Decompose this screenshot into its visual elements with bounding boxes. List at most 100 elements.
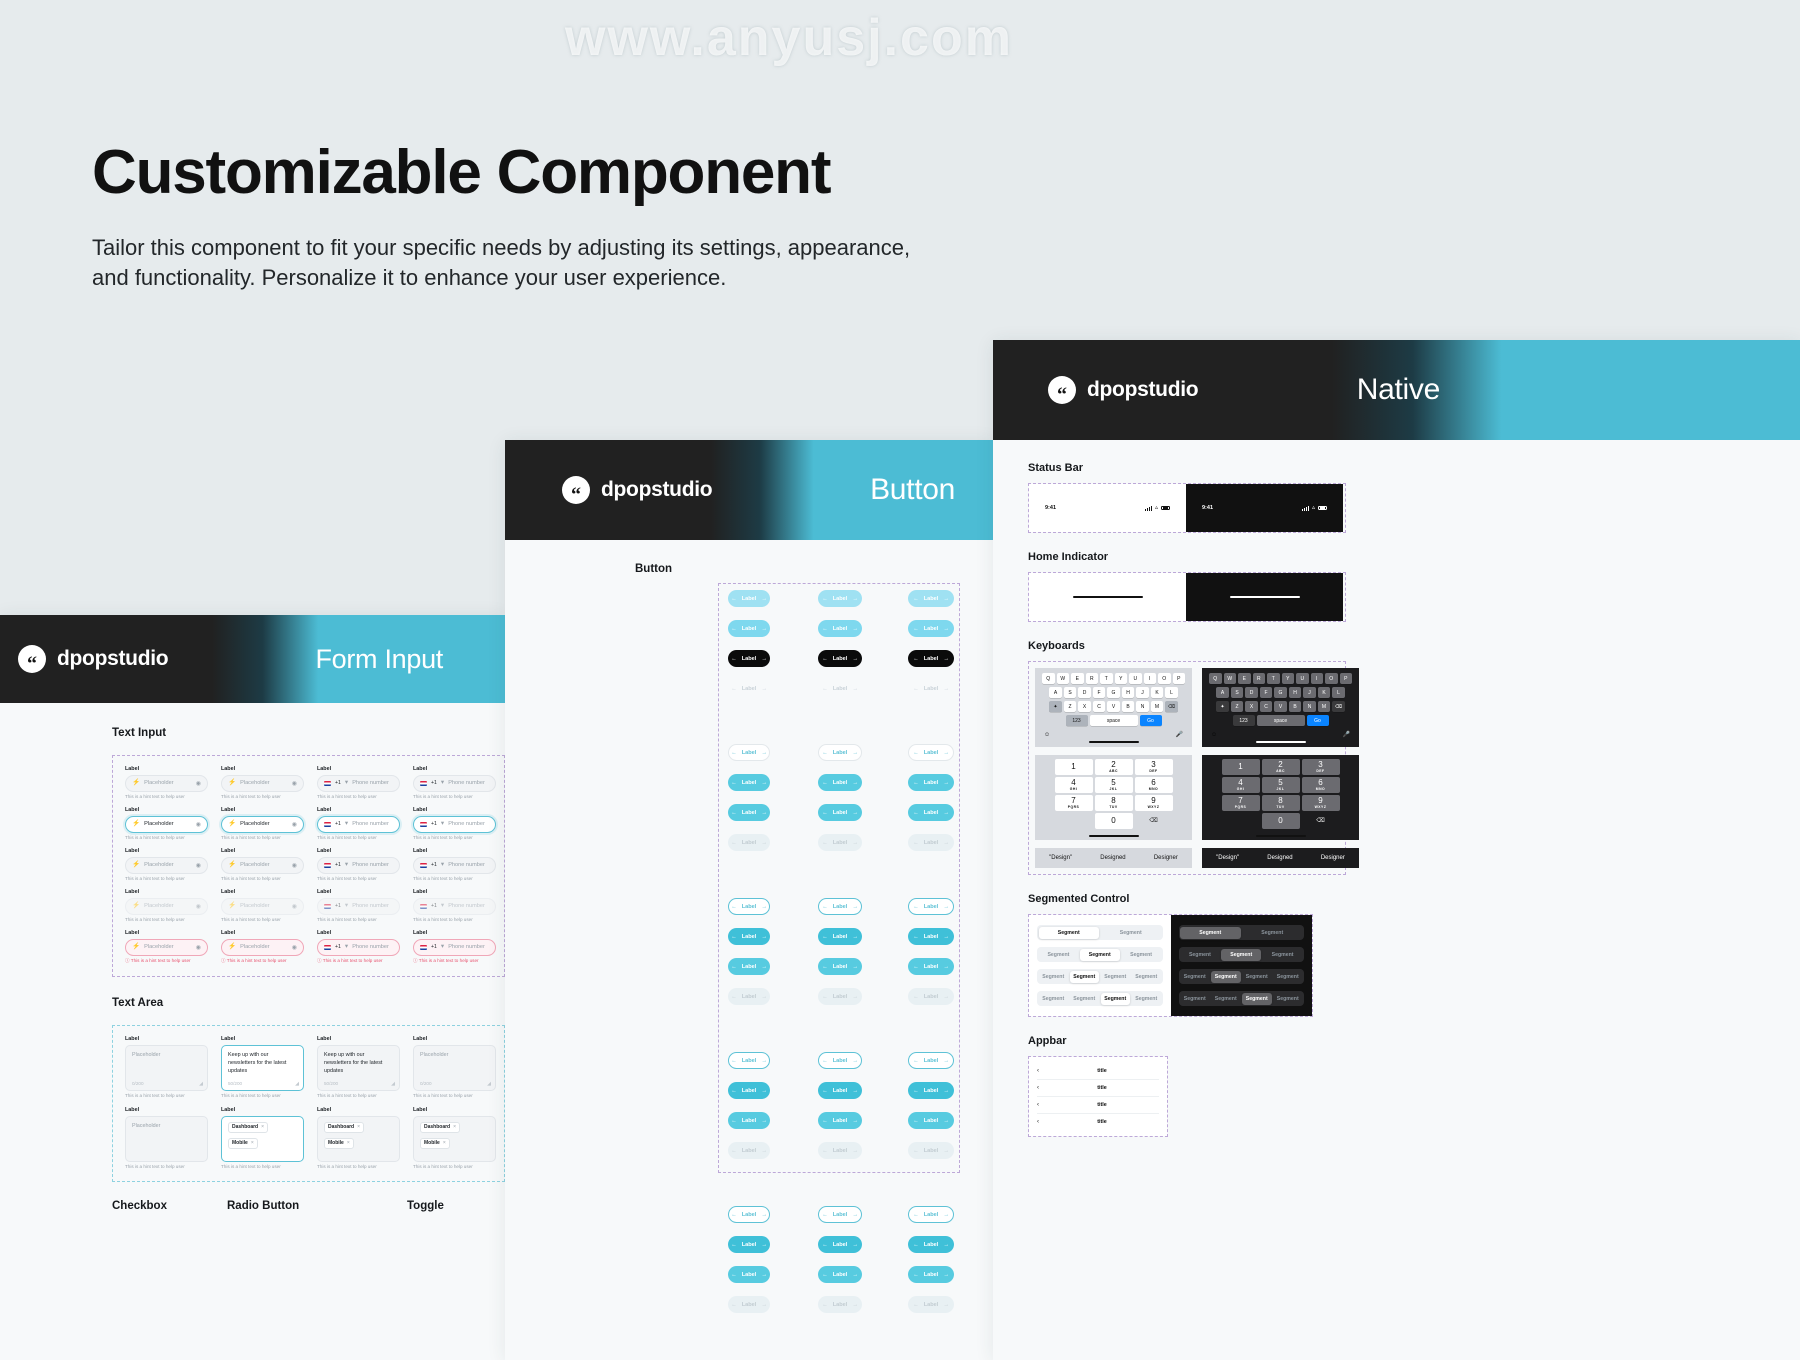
button[interactable]: ← Label → (818, 1236, 862, 1253)
text-input[interactable]: ⚡ Placeholder ◉ (221, 774, 304, 792)
text-input[interactable]: +1 ▾ Phone number (317, 774, 400, 792)
key-Z[interactable]: Z (1063, 701, 1077, 712)
prediction-word[interactable]: Designer (1321, 855, 1345, 861)
key-T[interactable]: T (1267, 673, 1280, 684)
tag-chip[interactable]: Dashboard × (420, 1121, 461, 1133)
key-E[interactable]: E (1238, 673, 1251, 684)
key-8[interactable]: 8 TUV (1261, 795, 1300, 811)
text-input[interactable]: ⚡ Placeholder ◉ (221, 856, 304, 874)
segment-option[interactable]: Segment (1039, 971, 1069, 983)
button[interactable]: ← Label → (908, 1142, 954, 1159)
segmented-control[interactable]: Segment Segment Segment Segment (1037, 991, 1163, 1006)
key-N[interactable]: N (1136, 701, 1149, 712)
microphone-icon[interactable]: 🎤 (1343, 731, 1350, 738)
key-shift[interactable]: ✦ (1049, 701, 1062, 712)
tag-input[interactable]: Dashboard × Mobile × (317, 1115, 400, 1162)
button[interactable]: ← Label → (818, 1142, 862, 1159)
resize-handle-icon[interactable]: ◢ (199, 1081, 203, 1087)
text-input[interactable]: ⚡ Placeholder ◉ (125, 774, 208, 792)
key-9[interactable]: 9 WXYZ (1301, 795, 1340, 811)
key-8[interactable]: 8 TUV (1094, 795, 1133, 811)
button[interactable]: ← Label → (818, 650, 862, 667)
text-input[interactable]: ⚡ Placeholder ◉ (125, 938, 208, 956)
segmented-control[interactable]: Segment Segment Segment Segment (1037, 969, 1163, 984)
button[interactable]: ← Label → (818, 1052, 862, 1069)
button[interactable]: ← Label → (818, 898, 862, 915)
button[interactable]: ← Label → (908, 620, 954, 637)
button[interactable]: ← Label → (908, 928, 954, 945)
button[interactable]: ← Label → (818, 590, 862, 607)
prediction-word[interactable]: Designer (1154, 855, 1178, 861)
key-Y[interactable]: Y (1281, 673, 1294, 684)
button[interactable]: ← Label → (818, 1082, 862, 1099)
numeric-keypad[interactable]: 1 2 ABC 3 DEF 4 GHI 5 JKL 6 MNO 7 PQRS 8 TUV 9 WXYZ 0 ⌫ (1035, 755, 1192, 840)
segment-option[interactable]: Segment (1263, 949, 1303, 961)
key-delete[interactable]: ⌫ (1165, 701, 1178, 712)
eye-icon[interactable]: ◉ (292, 821, 297, 828)
back-icon[interactable]: ‹ (1037, 1119, 1039, 1125)
key-Q[interactable]: Q (1209, 673, 1222, 684)
eye-icon[interactable]: ◉ (292, 903, 297, 910)
segmented-control[interactable]: Segment Segment (1178, 925, 1304, 940)
button[interactable]: ← Label → (818, 804, 862, 821)
key-5[interactable]: 5 JKL (1261, 777, 1300, 793)
button[interactable]: ← Label → (908, 650, 954, 667)
qwerty-keyboard[interactable]: Q W E R T Y U I O P A S D F G H J K L ✦ Z X C V B N M ⌫ 123 space G… (1202, 668, 1359, 747)
text-input[interactable]: +1 ▾ Phone number (413, 856, 496, 874)
key-M[interactable]: M (1317, 701, 1331, 712)
button[interactable]: ← Label → (728, 804, 770, 821)
button[interactable]: ← Label → (728, 1296, 770, 1313)
button[interactable]: ← Label → (728, 774, 770, 791)
button[interactable]: ← Label → (908, 1266, 954, 1283)
button[interactable]: ← Label → (728, 680, 770, 697)
tag-input[interactable]: Placeholder (125, 1115, 208, 1162)
segment-option[interactable]: Segment (1242, 927, 1303, 939)
key-0[interactable]: 0 (1094, 813, 1133, 829)
text-input[interactable]: +1 ▾ Phone number (413, 815, 496, 833)
key-numbers[interactable]: 123 (1065, 715, 1088, 726)
close-icon[interactable]: × (453, 1124, 456, 1130)
text-input[interactable]: ⚡ Placeholder ◉ (125, 897, 208, 915)
key-G[interactable]: G (1274, 687, 1287, 698)
button[interactable]: ← Label → (908, 680, 954, 697)
segment-option[interactable]: Segment (1039, 949, 1079, 961)
key-Z[interactable]: Z (1230, 701, 1244, 712)
text-input[interactable]: ⚡ Placeholder ◉ (221, 938, 304, 956)
segment-option[interactable]: Segment (1101, 971, 1131, 983)
button[interactable]: ← Label → (818, 988, 862, 1005)
numeric-keypad[interactable]: 1 2 ABC 3 DEF 4 GHI 5 JKL 6 MNO 7 PQRS 8 TUV 9 WXYZ 0 ⌫ (1202, 755, 1359, 840)
button[interactable]: ← Label → (818, 834, 862, 851)
button[interactable]: ← Label → (728, 1266, 770, 1283)
key-I[interactable]: I (1310, 673, 1323, 684)
prediction-bar[interactable]: "Design" Designed Designer (1202, 848, 1359, 868)
key-X[interactable]: X (1078, 701, 1091, 712)
button[interactable]: ← Label → (728, 590, 770, 607)
key-9[interactable]: 9 WXYZ (1134, 795, 1173, 811)
segment-option[interactable]: Segment (1100, 992, 1130, 1005)
prediction-word[interactable]: "Design" (1216, 855, 1239, 861)
button[interactable]: ← Label → (728, 958, 770, 975)
button[interactable]: ← Label → (818, 958, 862, 975)
key-U[interactable]: U (1296, 673, 1309, 684)
button[interactable]: ← Label → (908, 590, 954, 607)
segment-option[interactable]: Segment (1180, 949, 1220, 961)
close-icon[interactable]: × (251, 1140, 254, 1146)
key-P[interactable]: P (1172, 673, 1185, 684)
button[interactable]: ← Label → (908, 744, 954, 761)
key-3[interactable]: 3 DEF (1301, 759, 1340, 775)
text-input[interactable]: +1 ▾ Phone number (317, 938, 400, 956)
microphone-icon[interactable]: 🎤 (1176, 731, 1183, 738)
key-U[interactable]: U (1129, 673, 1142, 684)
textarea[interactable]: Placeholder 0/200 ◢ (413, 1044, 496, 1091)
key-7[interactable]: 7 PQRS (1054, 795, 1093, 811)
back-icon[interactable]: ‹ (1037, 1068, 1039, 1074)
key-I[interactable]: I (1143, 673, 1156, 684)
key-K[interactable]: K (1150, 687, 1164, 698)
text-input[interactable]: +1 ▾ Phone number (317, 815, 400, 833)
button[interactable]: ← Label → (818, 1266, 862, 1283)
segment-option[interactable]: Segment (1070, 993, 1100, 1005)
button[interactable]: ← Label → (818, 744, 862, 761)
segment-option[interactable]: Segment (1211, 993, 1241, 1005)
key-O[interactable]: O (1158, 673, 1171, 684)
eye-icon[interactable]: ◉ (196, 821, 201, 828)
